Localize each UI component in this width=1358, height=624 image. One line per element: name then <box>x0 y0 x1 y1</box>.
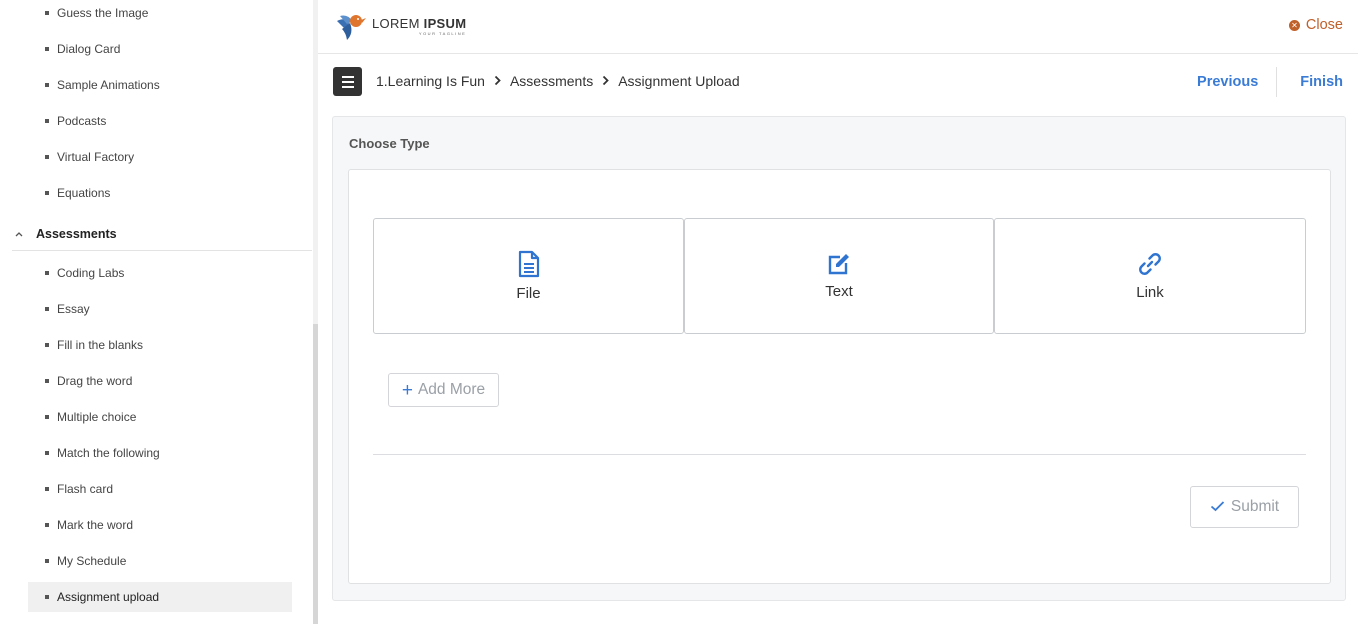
sidebar-item-flash-card[interactable]: Flash card <box>28 474 292 504</box>
sidebar-item-drag-the-word[interactable]: Drag the word <box>28 366 292 396</box>
top-header: LOREM IPSUM YOUR TAGLINE ✕ Close <box>318 0 1358 54</box>
sidebar-item-equations[interactable]: Equations <box>28 178 292 208</box>
bullet-icon <box>45 559 49 563</box>
breadcrumb-item-current: Assignment Upload <box>618 73 740 89</box>
sidebar-item-assignment-upload[interactable]: Assignment upload <box>28 582 292 612</box>
bullet-icon <box>45 415 49 419</box>
plus-icon: + <box>401 379 413 401</box>
bullet-icon <box>45 307 49 311</box>
sidebar-item-label: Virtual Factory <box>57 150 135 164</box>
sidebar-item-label: Multiple choice <box>57 410 137 424</box>
breadcrumb-item[interactable]: Assessments <box>510 73 593 89</box>
divider <box>373 454 1306 455</box>
sidebar-item-mark-the-word[interactable]: Mark the word <box>28 510 292 540</box>
sidebar-item-label: Podcasts <box>57 114 107 128</box>
sidebar-item-fill-in-the-blanks[interactable]: Fill in the blanks <box>28 330 292 360</box>
sidebar-item-label: Essay <box>57 302 90 316</box>
chevron-up-icon[interactable] <box>15 229 25 240</box>
sidebar-item-label: Mark the word <box>57 518 134 532</box>
bullet-icon <box>45 487 49 491</box>
breadcrumb-bar: 1.Learning Is Fun Assessments Assignment… <box>318 55 1358 107</box>
type-option-label: File <box>516 285 541 302</box>
bullet-icon <box>45 155 49 159</box>
type-option-file[interactable]: File <box>373 218 684 334</box>
sidebar-item-my-schedule[interactable]: My Schedule <box>28 546 292 576</box>
bullet-icon <box>45 595 49 599</box>
bird-logo-icon <box>337 15 366 40</box>
breadcrumb: 1.Learning Is Fun Assessments Assignment… <box>376 73 740 89</box>
type-options: File Text Link <box>373 218 1306 334</box>
type-option-link[interactable]: Link <box>994 218 1306 334</box>
type-option-label: Link <box>1136 284 1164 301</box>
sidebar-item-guess-the-image[interactable]: Guess the Image <box>28 0 292 28</box>
logo: LOREM IPSUM YOUR TAGLINE <box>334 9 466 43</box>
sidebar-scrollbar-thumb[interactable] <box>313 324 318 624</box>
logo-text-light: LOREM <box>372 15 424 31</box>
file-text-icon <box>518 250 539 278</box>
close-icon: ✕ <box>1288 19 1300 31</box>
submit-label: Submit <box>1230 498 1280 515</box>
bullet-icon <box>45 271 49 275</box>
finish-button[interactable]: Finish <box>1277 67 1358 97</box>
sidebar: Guess the Image Dialog Card Sample Anima… <box>0 0 318 624</box>
link-icon <box>1139 253 1161 275</box>
bullet-icon <box>45 451 49 455</box>
bullet-icon <box>45 83 49 87</box>
bullet-icon <box>45 523 49 527</box>
breadcrumb-item[interactable]: 1.Learning Is Fun <box>376 73 485 89</box>
sidebar-item-dialog-card[interactable]: Dialog Card <box>28 34 292 64</box>
page-navigation: Previous Finish <box>1179 67 1358 97</box>
sidebar-item-essay[interactable]: Essay <box>28 294 292 324</box>
sidebar-item-podcasts[interactable]: Podcasts <box>28 106 292 136</box>
submit-button[interactable]: Submit <box>1190 486 1299 528</box>
sidebar-item-label: Sample Animations <box>57 78 160 92</box>
bullet-icon <box>45 119 49 123</box>
bullet-icon <box>45 343 49 347</box>
sidebar-item-label: Coding Labs <box>57 266 125 280</box>
sidebar-item-label: Guess the Image <box>57 6 149 20</box>
logo-text-bold: IPSUM <box>423 15 467 31</box>
add-more-button[interactable]: + Add More <box>388 373 499 407</box>
sidebar-item-label: Equations <box>57 186 111 200</box>
sidebar-item-label: Drag the word <box>57 374 133 388</box>
choose-type-panel: Choose Type File Text Link + Add More Su… <box>332 116 1346 601</box>
sidebar-section-assessments[interactable]: Assessments <box>12 218 312 251</box>
chevron-right-icon <box>494 74 501 89</box>
check-icon <box>1210 499 1225 516</box>
sidebar-item-sample-animations[interactable]: Sample Animations <box>28 70 292 100</box>
sidebar-item-label: My Schedule <box>57 554 127 568</box>
close-button[interactable]: ✕ Close <box>1288 17 1343 33</box>
upload-card: File Text Link + Add More Submit <box>348 169 1331 584</box>
bullet-icon <box>45 379 49 383</box>
add-more-label: Add More <box>417 381 486 398</box>
menu-toggle-button[interactable] <box>333 67 362 96</box>
type-option-label: Text <box>825 283 853 300</box>
sidebar-item-coding-labs[interactable]: Coding Labs <box>28 258 292 288</box>
sidebar-item-multiple-choice[interactable]: Multiple choice <box>28 402 292 432</box>
sidebar-item-virtual-factory[interactable]: Virtual Factory <box>28 142 292 172</box>
logo-tagline: YOUR TAGLINE <box>418 30 467 36</box>
bullet-icon <box>45 47 49 51</box>
sidebar-item-label: Flash card <box>57 482 114 496</box>
close-label: Close <box>1305 17 1343 33</box>
sidebar-section-label: Assessments <box>36 227 117 241</box>
type-option-text[interactable]: Text <box>684 218 994 334</box>
edit-icon <box>828 254 849 275</box>
panel-title: Choose Type <box>349 136 430 151</box>
sidebar-item-match-the-following[interactable]: Match the following <box>28 438 292 468</box>
previous-button[interactable]: Previous <box>1179 67 1276 97</box>
bullet-icon <box>45 191 49 195</box>
sidebar-item-label: Assignment upload <box>57 590 160 604</box>
sidebar-item-label: Dialog Card <box>57 42 121 56</box>
sidebar-item-label: Fill in the blanks <box>57 338 144 352</box>
bullet-icon <box>45 11 49 15</box>
sidebar-item-label: Match the following <box>57 446 160 460</box>
chevron-right-icon <box>602 74 609 89</box>
